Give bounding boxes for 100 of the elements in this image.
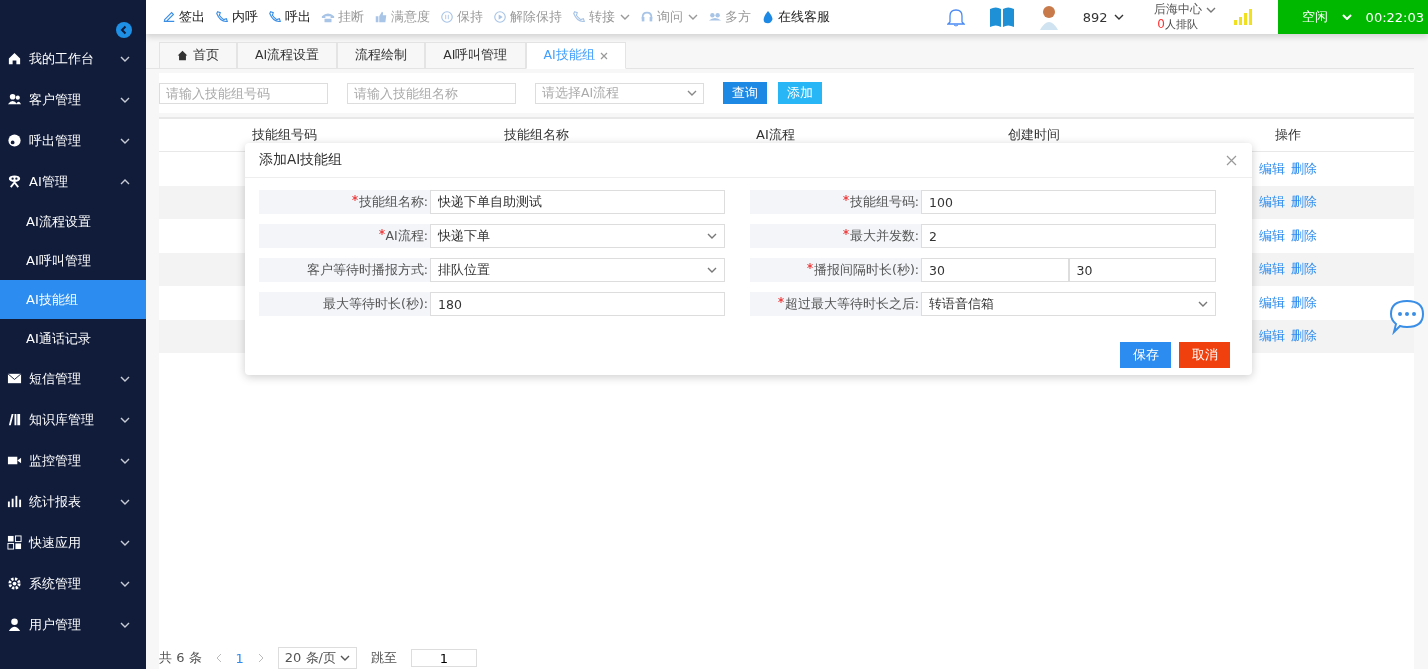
center-selector[interactable]: 后海中心	[1153, 2, 1202, 17]
sidebar-item[interactable]: 客户管理	[0, 79, 146, 120]
bell-icon[interactable]	[946, 7, 965, 27]
cancel-button[interactable]: 取消	[1179, 342, 1230, 368]
sidebar-item[interactable]: 用户管理	[0, 604, 146, 645]
chevron-down-icon	[120, 416, 130, 423]
tab[interactable]: 流程绘制	[337, 42, 426, 68]
field-label: 超过最大等待时长之后:	[750, 295, 921, 313]
field-label: 技能组名称:	[259, 193, 430, 211]
extension-number[interactable]: 892	[1082, 9, 1124, 25]
chevron-down-icon	[120, 539, 130, 546]
thumbs-up-icon	[374, 10, 388, 24]
phone-icon	[215, 10, 229, 24]
chevron-down-icon	[1113, 14, 1124, 20]
chevron-down-icon	[120, 621, 130, 628]
column-header: AI流程	[756, 126, 796, 144]
prev-page-icon[interactable]	[215, 653, 222, 663]
sidebar-item[interactable]: 监控管理	[0, 440, 146, 481]
avatar-icon[interactable]	[1038, 4, 1059, 30]
required-icon	[842, 194, 849, 201]
users-icon	[7, 92, 22, 107]
sidebar-subitem[interactable]: AI呼叫管理	[0, 241, 146, 280]
field-label: 播报间隔时长(秒):	[750, 261, 921, 279]
total-count: 共 6 条	[159, 649, 202, 667]
envelope-icon	[7, 371, 22, 386]
input-field[interactable]: 2	[921, 224, 1216, 248]
sidebar-subitem[interactable]: AI流程设置	[0, 202, 146, 241]
queue-label: 人排队	[1164, 18, 1198, 31]
settings-icon	[7, 576, 22, 591]
edit-link[interactable]: 编辑	[1259, 226, 1285, 245]
chevron-down-icon	[120, 580, 130, 587]
chevron-down-icon	[1205, 7, 1216, 13]
input-field[interactable]: 请输入技能组号码	[159, 82, 328, 104]
queue-count: 0	[1157, 17, 1165, 31]
column-header: 技能组号码	[252, 126, 318, 144]
chevron-down-icon	[120, 137, 130, 144]
chevron-down-icon	[120, 457, 130, 464]
field-label: 客户等待时播报方式:	[305, 261, 429, 279]
jump-input[interactable]: 1	[410, 649, 477, 667]
input-field[interactable]: 30	[921, 258, 1069, 282]
sidebar-item[interactable]: 知识库管理	[0, 399, 146, 440]
input-field[interactable]: 180	[430, 292, 725, 316]
delete-link[interactable]: 删除	[1291, 293, 1317, 312]
chevron-down-icon	[707, 267, 717, 273]
chevron-down-icon	[707, 233, 717, 239]
sidebar-item[interactable]: 快速应用	[0, 522, 146, 563]
home-icon	[177, 50, 188, 61]
required-icon	[807, 262, 814, 269]
chevron-down-icon	[339, 655, 350, 661]
input-field[interactable]: 请输入技能组名称	[347, 82, 516, 104]
tab[interactable]: AI流程设置	[237, 42, 338, 68]
sidebar-item[interactable]: 呼出管理	[0, 120, 146, 161]
pen-icon	[162, 10, 176, 24]
collapse-icon[interactable]	[116, 22, 132, 38]
people-icon	[708, 10, 722, 24]
play-icon	[493, 10, 507, 24]
chevron-down-icon	[120, 498, 130, 505]
call-timer: 00:22:03	[1365, 9, 1424, 25]
tab[interactable]: 首页	[159, 42, 237, 68]
select-field[interactable]: 快递下单	[430, 224, 725, 248]
dialog-title: 添加AI技能组	[259, 151, 343, 169]
chevron-down-icon	[1341, 14, 1352, 20]
field-label: 技能组号码:	[750, 193, 921, 211]
chevron-down-icon	[120, 55, 130, 62]
tab[interactable]: AI呼叫管理	[425, 42, 526, 68]
search-button[interactable]: 查询	[723, 82, 767, 104]
page-size-select[interactable]: 20 条/页	[277, 647, 357, 669]
chat-icon[interactable]	[1388, 297, 1426, 335]
select-field[interactable]: 转语音信箱	[921, 292, 1216, 316]
sidebar-item[interactable]: 系统管理	[0, 563, 146, 604]
book-icon[interactable]	[988, 6, 1015, 28]
sidebar-subitem[interactable]: AI通话记录	[0, 319, 146, 358]
bar-chart-icon	[7, 494, 22, 509]
toolbar-button[interactable]: 内呼	[215, 8, 258, 26]
sidebar-item[interactable]: 短信管理	[0, 358, 146, 399]
apps-icon	[7, 535, 22, 550]
edit-link[interactable]: 编辑	[1259, 293, 1285, 312]
close-icon[interactable]	[1226, 154, 1237, 166]
next-page-icon[interactable]	[257, 653, 264, 663]
signal-icon	[1233, 9, 1254, 25]
toolbar-button[interactable]: 呼出	[268, 8, 311, 26]
edit-link[interactable]: 编辑	[1259, 159, 1285, 178]
input-field[interactable]: 30	[1068, 258, 1216, 282]
input-field[interactable]: 100	[921, 190, 1216, 214]
delete-link[interactable]: 删除	[1291, 226, 1317, 245]
toolbar-button[interactable]: 签出	[162, 8, 205, 26]
delete-link[interactable]: 删除	[1291, 159, 1317, 178]
sidebar-item[interactable]: 统计报表	[0, 481, 146, 522]
sidebar-item[interactable]: 我的工作台	[0, 38, 146, 79]
user-icon	[7, 617, 22, 632]
column-header: 创建时间	[1008, 126, 1061, 144]
pause-icon	[440, 10, 454, 24]
select-field[interactable]: 排队位置	[430, 258, 725, 282]
toolbar-button[interactable]: 在线客服	[761, 8, 830, 26]
close-tab-icon[interactable]	[599, 51, 608, 60]
required-icon	[777, 296, 784, 303]
sidebar-item[interactable]: AI管理	[0, 161, 146, 202]
phone-icon	[268, 10, 282, 24]
column-header: 技能组名称	[504, 126, 570, 144]
input-field[interactable]: 快递下单自助测试	[430, 190, 725, 214]
